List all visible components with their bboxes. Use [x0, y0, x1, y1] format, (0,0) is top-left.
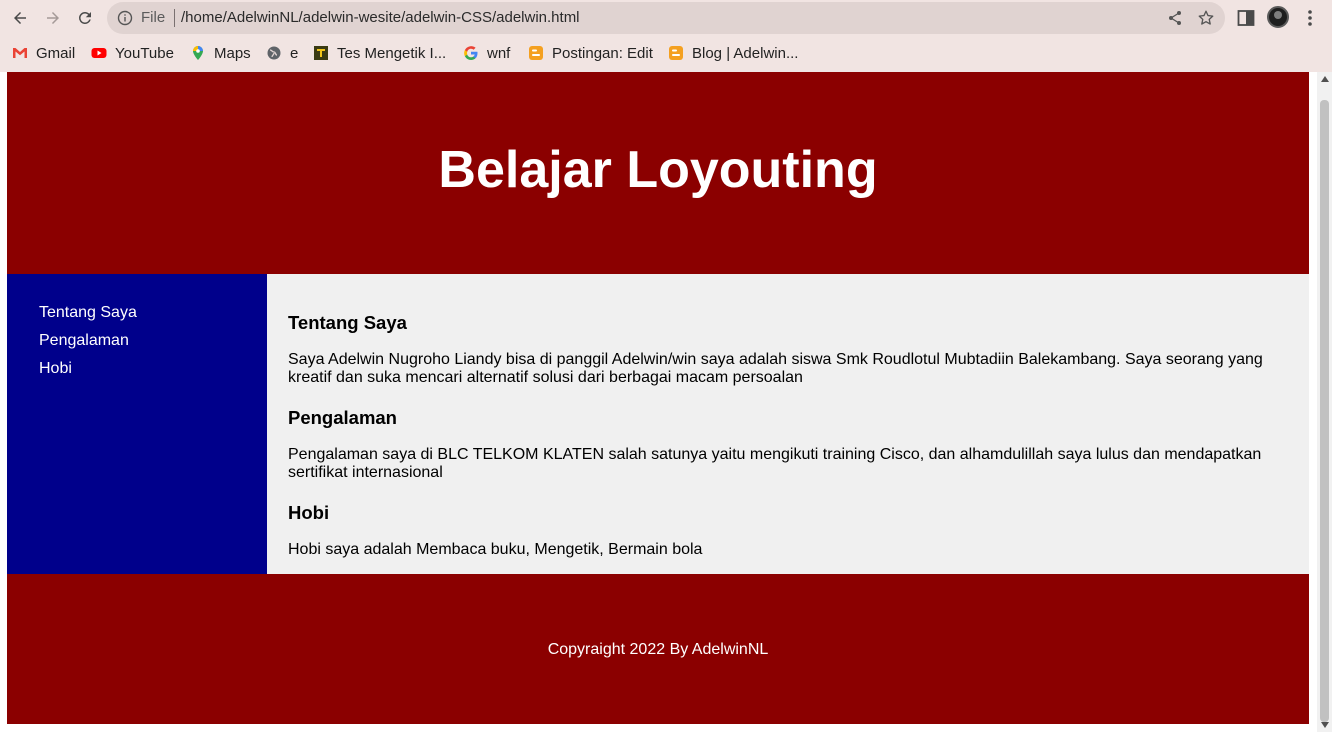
back-button[interactable] — [7, 5, 33, 31]
profile-avatar[interactable] — [1267, 6, 1289, 28]
blogger-icon — [669, 46, 683, 60]
bookmark-tes-mengetik[interactable]: Tes Mengetik I... — [313, 44, 446, 62]
section-tentang-saya: Tentang Saya Saya Adelwin Nugroho Liandy… — [288, 312, 1289, 387]
bookmark-wnf[interactable]: wnf — [463, 44, 510, 62]
google-icon — [464, 46, 478, 60]
sidebar-item-pengalaman: Pengalaman — [39, 330, 267, 358]
section-text: Hobi saya adalah Membaca buku, Mengetik,… — [288, 541, 703, 558]
bookmark-star-icon[interactable] — [1197, 9, 1215, 27]
bookmark-label: Postingan: Edit — [552, 44, 653, 62]
sidebar-link-tentang-saya[interactable]: Tentang Saya — [39, 304, 137, 321]
section-pengalaman: Pengalaman Pengalaman saya di BLC TELKOM… — [288, 407, 1289, 482]
vertical-scrollbar[interactable] — [1317, 72, 1332, 732]
menu-kebab-icon[interactable] — [1300, 8, 1320, 28]
sidebar-link-pengalaman[interactable]: Pengalaman — [39, 332, 129, 349]
bookmark-gmail[interactable]: Gmail — [12, 44, 75, 62]
bookmark-label: Blog | Adelwin... — [692, 44, 799, 62]
bookmark-label: wnf — [487, 44, 511, 62]
youtube-icon — [91, 48, 107, 58]
sidebar-item-tentang-saya: Tentang Saya — [39, 302, 267, 330]
side-panel-icon[interactable] — [1236, 8, 1256, 28]
url-text[interactable]: /home/AdelwinNL/adelwin-wesite/adelwin-C… — [181, 10, 580, 26]
scroll-down-arrow-icon[interactable] — [1321, 722, 1329, 728]
section-heading: Hobi — [288, 502, 330, 523]
scroll-up-arrow-icon[interactable] — [1321, 76, 1329, 82]
sidebar-link-hobi[interactable]: Hobi — [39, 360, 72, 377]
reload-button[interactable] — [72, 5, 98, 31]
url-separator — [174, 9, 175, 27]
forward-button[interactable] — [40, 5, 66, 31]
section-heading: Pengalaman — [288, 407, 397, 428]
section-hobi: Hobi Hobi saya adalah Membaca buku, Meng… — [288, 502, 1289, 559]
bookmarks-bar: Gmail YouTube Maps e Tes Mengetik I... w… — [0, 38, 1332, 68]
blogger-icon — [529, 46, 543, 60]
bookmark-label: Maps — [214, 44, 251, 62]
section-heading: Tentang Saya — [288, 312, 407, 333]
bookmark-e[interactable]: e — [266, 44, 298, 62]
reload-icon — [78, 11, 91, 24]
maps-icon — [193, 46, 203, 60]
bookmark-postingan-edit[interactable]: Postingan: Edit — [528, 44, 653, 62]
scroll-thumb[interactable] — [1320, 100, 1329, 722]
page-viewport: Belajar Loyouting Tentang Saya Pengalama… — [0, 72, 1317, 732]
bookmark-label: Tes Mengetik I... — [337, 44, 447, 62]
url-scheme: File — [141, 9, 166, 26]
bookmark-youtube[interactable]: YouTube — [91, 44, 174, 62]
sidebar-item-hobi: Hobi — [39, 358, 267, 386]
sidebar: Tentang Saya Pengalaman Hobi — [7, 274, 267, 574]
globe-icon — [267, 46, 281, 60]
address-bar[interactable]: File /home/AdelwinNL/adelwin-wesite/adel… — [107, 2, 1225, 34]
bookmark-blog-adelwin[interactable]: Blog | Adelwin... — [668, 44, 798, 62]
share-icon[interactable] — [1167, 10, 1183, 26]
bookmark-label: Gmail — [36, 44, 76, 62]
page-header: Belajar Loyouting — [7, 72, 1309, 274]
bookmark-label: e — [290, 44, 299, 62]
gmail-icon — [13, 48, 27, 58]
page-title: Belajar Loyouting — [438, 141, 878, 199]
info-icon[interactable] — [117, 10, 133, 26]
browser-toolbar: File /home/AdelwinNL/adelwin-wesite/adel… — [0, 0, 1332, 36]
bookmark-maps[interactable]: Maps — [190, 44, 251, 62]
sidebar-nav: Tentang Saya Pengalaman Hobi — [7, 274, 267, 386]
typing-test-icon — [314, 46, 328, 60]
page-footer: Copyraight 2022 By AdelwinNL — [7, 574, 1309, 724]
section-text: Saya Adelwin Nugroho Liandy bisa di pang… — [288, 351, 1263, 386]
arrow-left-icon — [14, 12, 26, 24]
footer-text: Copyraight 2022 By AdelwinNL — [547, 641, 769, 658]
section-text: Pengalaman saya di BLC TELKOM KLATEN sal… — [288, 446, 1262, 481]
arrow-right-icon — [47, 12, 59, 24]
bookmark-label: YouTube — [115, 44, 174, 62]
browser-window: File /home/AdelwinNL/adelwin-wesite/adel… — [0, 0, 1332, 732]
main-content: Tentang Saya Saya Adelwin Nugroho Liandy… — [267, 274, 1309, 574]
